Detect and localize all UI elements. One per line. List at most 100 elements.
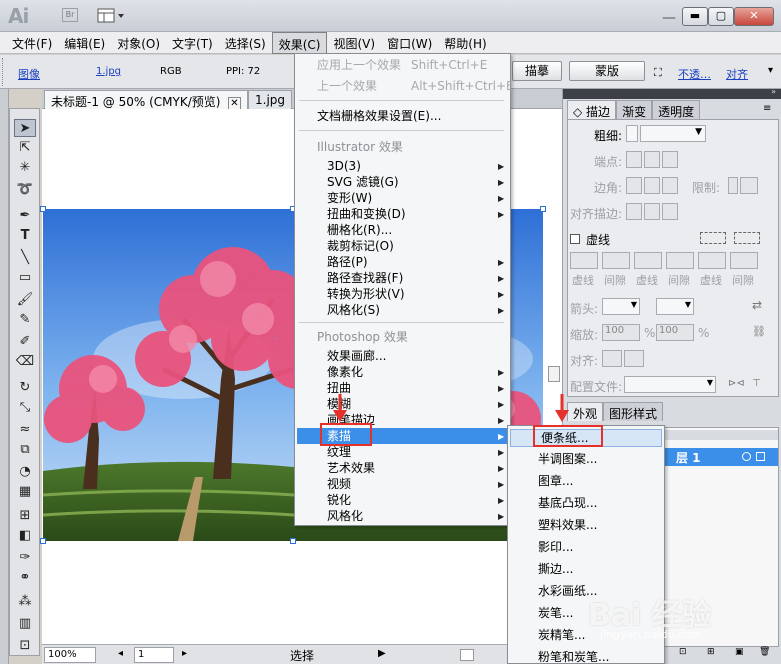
selection-tool-icon[interactable]: ➤ [14, 119, 36, 137]
image-trace-button[interactable]: 描摹 [512, 61, 562, 81]
object-type-link[interactable]: 图像 [18, 66, 40, 82]
symbol-sprayer-tool-icon[interactable]: ⁂ [14, 593, 36, 611]
dash-field-3[interactable] [698, 252, 726, 269]
menu-select[interactable]: 选择(S) [219, 32, 272, 54]
menu-edit[interactable]: 编辑(E) [58, 32, 111, 54]
menu-rasterize[interactable]: 栅格化(R)... [327, 222, 392, 238]
menu-stylize-illustrator[interactable]: 风格化(S) [327, 302, 380, 318]
weight-stepper[interactable] [626, 125, 638, 142]
menu-effect-gallery[interactable]: 效果画廊... [327, 348, 386, 364]
rotate-tool-icon[interactable]: ↻ [14, 379, 36, 397]
opacity-link[interactable]: 不透… [678, 66, 711, 82]
selection-handle[interactable] [40, 538, 46, 544]
line-tool-icon[interactable]: ╲ [14, 249, 36, 267]
selection-handle[interactable] [540, 206, 546, 212]
status-menu-icon[interactable]: ▶ [378, 648, 386, 659]
menu-object[interactable]: 对象(O) [111, 32, 166, 54]
menu-type[interactable]: 文字(T) [166, 32, 219, 54]
bridge-button[interactable]: Br [62, 8, 78, 22]
tab-1-jpg[interactable]: 1.jpg [248, 90, 293, 109]
gradient-tool-icon[interactable]: ◧ [14, 527, 36, 545]
swap-arrows-icon[interactable]: ⇄ [752, 298, 762, 312]
tab-transparency[interactable]: 透明度 [652, 100, 701, 119]
arrow-place-button[interactable] [624, 350, 644, 367]
menu-view[interactable]: 视图(V) [327, 32, 381, 54]
menu-help[interactable]: 帮助(H) [438, 32, 492, 54]
menu-video[interactable]: 视频 [327, 476, 351, 492]
mesh-tool-icon[interactable]: ⊞ [14, 507, 36, 525]
menu-raster-effects-settings[interactable]: 文档栅格效果设置(E)... [317, 108, 441, 124]
prev-artboard-icon[interactable]: ◂ [118, 648, 123, 659]
align-outside-button[interactable] [662, 203, 678, 220]
selection-handle[interactable] [290, 538, 296, 544]
maximize-window-button[interactable]: ▢ [708, 7, 734, 26]
menu-svg-filters[interactable]: SVG 滤镜(G) [327, 174, 399, 190]
blend-tool-icon[interactable]: ⚭ [14, 569, 36, 587]
start-arrowhead-dropdown[interactable]: ▼ [602, 298, 640, 315]
workspace-layout-button[interactable] [97, 8, 127, 24]
menu-torn-edges[interactable]: 撕边... [538, 561, 573, 577]
menu-distort-transform[interactable]: 扭曲和变换(D) [327, 206, 406, 222]
align-inside-button[interactable] [644, 203, 660, 220]
type-tool-icon[interactable]: T [14, 227, 36, 245]
align-link[interactable]: 对齐 [726, 66, 748, 82]
menu-last-effect[interactable]: 上一个效果 Alt+Shift+Ctrl+E [317, 78, 514, 94]
paintbrush-tool-icon[interactable]: 🖌 [14, 291, 36, 309]
dash-field-1[interactable] [570, 252, 598, 269]
collapse-dock-icon[interactable]: » [771, 87, 776, 96]
eyedropper-tool-icon[interactable]: ✑ [14, 549, 36, 567]
menu-3d[interactable]: 3D(3) [327, 158, 361, 174]
dashed-line-checkbox[interactable] [570, 234, 580, 244]
flip-across-icon[interactable]: ⊤ [752, 378, 761, 389]
tab-stroke[interactable]: ◇ 描边 [567, 100, 617, 119]
gap-field-2[interactable] [666, 252, 694, 269]
menu-photocopy[interactable]: 影印... [538, 539, 573, 555]
limit-stepper[interactable] [728, 177, 738, 194]
dash-align-corners-icon[interactable] [734, 232, 760, 244]
eraser-tool-icon[interactable]: ⌫ [14, 353, 36, 371]
gap-field-3[interactable] [730, 252, 758, 269]
tab-appearance[interactable]: 外观 [567, 402, 604, 421]
tab-graphic-styles[interactable]: 图形样式 [603, 402, 664, 421]
profile-dropdown[interactable]: ▼ [624, 376, 716, 393]
new-layer-icon[interactable]: ▣ [735, 647, 744, 657]
align-center-button[interactable] [626, 203, 642, 220]
menu-file[interactable]: 文件(F) [6, 32, 58, 54]
butt-cap-button[interactable] [626, 151, 642, 168]
warp-tool-icon[interactable]: ≈ [14, 421, 36, 439]
tab-untitled-1[interactable]: 未标题-1 @ 50% (CMYK/预览) ✕ [44, 90, 248, 110]
column-graph-tool-icon[interactable]: ▥ [14, 615, 36, 633]
miter-join-button[interactable] [626, 177, 642, 194]
vertical-scrollbar-thumb[interactable] [548, 366, 560, 382]
start-scale-field[interactable]: 100 [602, 324, 640, 341]
menu-stylize-photoshop[interactable]: 风格化 [327, 508, 363, 524]
round-join-button[interactable] [644, 177, 660, 194]
artboard-tool-icon[interactable]: ⊡ [14, 637, 36, 655]
status-select-label[interactable]: 选择 [290, 647, 314, 664]
menu-bas-relief[interactable]: 基底凸现... [538, 495, 597, 511]
pencil-tool-icon[interactable]: ✎ [14, 311, 36, 329]
direct-selection-tool-icon[interactable]: ⇱ [14, 139, 36, 157]
linked-file-link[interactable]: 1.jpg [96, 66, 121, 77]
artboard-number-field[interactable]: 1 [134, 647, 174, 663]
round-cap-button[interactable] [644, 151, 660, 168]
transform-icon[interactable]: ⛶ [654, 66, 662, 80]
dash-exact-icon[interactable] [700, 232, 726, 244]
panel-options-icon[interactable]: ≡ [763, 103, 771, 114]
menu-plaster[interactable]: 塑料效果... [538, 517, 597, 533]
layer-selection-icon[interactable] [756, 452, 765, 461]
projecting-cap-button[interactable] [662, 151, 678, 168]
arrow-extend-button[interactable] [602, 350, 622, 367]
menu-pixelate[interactable]: 像素化 [327, 364, 363, 380]
menu-crop-marks[interactable]: 裁剪标记(O) [327, 238, 394, 254]
zoom-field[interactable]: 100% [44, 647, 96, 663]
dash-field-2[interactable] [634, 252, 662, 269]
menu-path[interactable]: 路径(P) [327, 254, 368, 270]
menu-pathfinder[interactable]: 路径查找器(F) [327, 270, 403, 286]
menu-sharpen[interactable]: 锐化 [327, 492, 351, 508]
pen-tool-icon[interactable]: ✒ [14, 207, 36, 225]
weight-dropdown[interactable]: ▼ [640, 125, 706, 142]
scale-tool-icon[interactable]: ⤡ [14, 399, 36, 417]
close-window-button[interactable]: ✕ [734, 7, 774, 26]
delete-layer-icon[interactable]: 🗑 [759, 647, 770, 657]
